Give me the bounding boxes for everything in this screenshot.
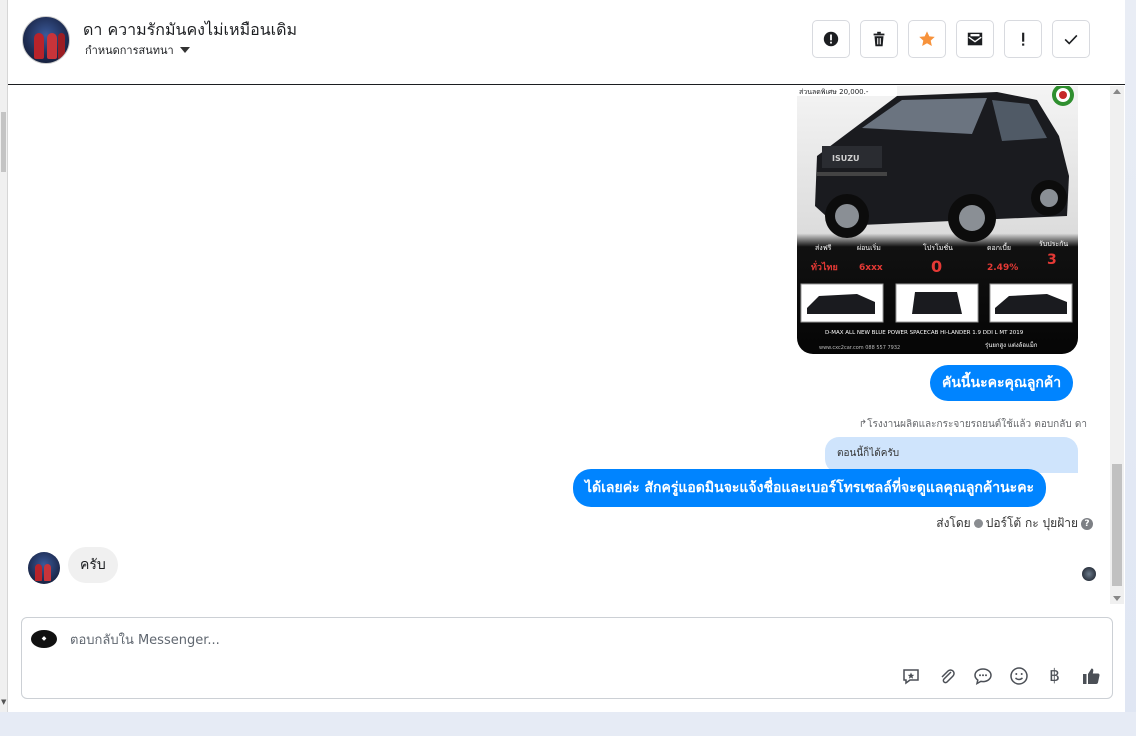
- left-scrollbar[interactable]: ▼: [0, 0, 8, 712]
- seen-indicator-avatar: [1082, 567, 1096, 581]
- caret-down-icon: [179, 47, 190, 53]
- sent-by-info: ส่งโดย ปอร์โต้ กะ ปุยฝ้าย ?: [936, 514, 1093, 533]
- page-logo: ◆: [31, 630, 57, 648]
- conversation-panel: ดา ความรักมันคงไม่เหมือนเดิม กำหนดการสนท…: [8, 0, 1125, 712]
- saved-reply-button[interactable]: [899, 664, 922, 687]
- sent-by-name: ปอร์โต้ กะ ปุยฝ้าย: [985, 516, 1078, 530]
- baht-icon: ฿: [1049, 665, 1060, 686]
- promo-value-4: 3: [1047, 252, 1057, 268]
- car-tagline: รุ่นยกสูง แต่งล้อแม็ก: [985, 340, 1038, 349]
- outgoing-message-text: ได้เลยค่ะ สักครู่แอดมินจะแจ้งชื่อและเบอร…: [585, 480, 1035, 496]
- messages-scrollbar-thumb[interactable]: [1112, 464, 1122, 586]
- car-contact-line: www.cxc2car.com 088 557 7932: [819, 345, 900, 351]
- reply-input[interactable]: [70, 628, 870, 652]
- promo-value-1: 6xxx: [859, 263, 883, 273]
- replied-message-quote[interactable]: ตอนนี้ก็ได้ครับ: [825, 437, 1078, 473]
- car-model-line: D-MAX ALL NEW BLUE POWER SPACECAB HI-LAN…: [825, 330, 1024, 336]
- reply-meta: ↱โรงงานผลิตและกระจายรถยนต์ใช้แล้ว ตอบกลั…: [859, 417, 1087, 432]
- star-icon: [919, 31, 935, 47]
- attachment-button[interactable]: [935, 664, 958, 687]
- payment-button[interactable]: ฿: [1043, 664, 1066, 687]
- like-button[interactable]: [1079, 664, 1102, 687]
- incoming-message[interactable]: ครับ: [68, 547, 118, 583]
- sent-by-prefix: ส่งโดย: [936, 516, 971, 530]
- promo-label-4: รับประกัน: [1039, 240, 1068, 248]
- important-button[interactable]: [1004, 20, 1042, 58]
- contact-avatar[interactable]: [22, 16, 70, 64]
- chat-button[interactable]: [971, 664, 994, 687]
- mail-icon: [967, 32, 983, 46]
- image-attachment[interactable]: ส่วนลดพิเศษ 20,000.- ISUZU ส่งฟรี ทั่วไท…: [797, 86, 1078, 354]
- promo-value-3: 2.49%: [987, 263, 1018, 273]
- trash-icon: [873, 31, 885, 47]
- messages-scrollbar[interactable]: [1110, 86, 1124, 604]
- emoji-icon: [1009, 666, 1028, 685]
- alert-circle-icon: [823, 31, 839, 47]
- delete-button[interactable]: [860, 20, 898, 58]
- done-button[interactable]: [1052, 20, 1090, 58]
- check-icon: [1064, 34, 1078, 45]
- admin-dot-icon: [973, 519, 983, 528]
- left-scroll-down-icon[interactable]: ▼: [1, 698, 6, 706]
- question-icon[interactable]: ?: [1081, 517, 1093, 530]
- composer-tools: ฿: [899, 664, 1102, 687]
- promo-label-2: โปรโมชั่น: [923, 243, 953, 252]
- page-bottom-background: [0, 712, 1136, 736]
- header-toolbar: [812, 20, 1090, 58]
- star-button[interactable]: [908, 20, 946, 58]
- mark-unread-button[interactable]: [956, 20, 994, 58]
- left-scrollbar-thumb[interactable]: [1, 112, 6, 172]
- conversation-status-dropdown[interactable]: กำหนดการสนทนา: [85, 41, 190, 59]
- scroll-down-icon[interactable]: [1113, 596, 1121, 601]
- promo-label-0: ส่งฟรี: [815, 244, 832, 252]
- exclamation-icon: [1022, 32, 1025, 46]
- scroll-up-icon[interactable]: [1113, 89, 1121, 94]
- ad-banner: ส่วนลดพิเศษ 20,000.-: [799, 88, 869, 96]
- conversation-header: ดา ความรักมันคงไม่เหมือนเดิม กำหนดการสนท…: [8, 0, 1125, 85]
- outgoing-message[interactable]: ได้เลยค่ะ สักครู่แอดมินจะแจ้งชื่อและเบอร…: [573, 469, 1047, 507]
- sender-avatar[interactable]: [28, 552, 60, 584]
- chat-bubble-icon: [973, 667, 992, 685]
- attachment-icon: [940, 668, 955, 683]
- promo-value-2: 0: [931, 257, 942, 276]
- reply-quote-text: ตอนนี้ก็ได้ครับ: [837, 448, 900, 459]
- reply-meta-text: โรงงานผลิตและกระจายรถยนต์ใช้แล้ว ตอบกลับ…: [867, 419, 1087, 430]
- spam-button[interactable]: [812, 20, 850, 58]
- saved-reply-icon: [902, 668, 919, 684]
- message-composer: ◆ ฿: [21, 617, 1113, 699]
- incoming-message-text: ครับ: [80, 557, 106, 573]
- thumbs-up-icon: [1082, 668, 1100, 684]
- outgoing-message-text: คันนี้นะคะคุณลูกค้า: [942, 375, 1062, 391]
- reply-arrow-icon: ↱: [858, 419, 868, 430]
- contact-name[interactable]: ดา ความรักมันคงไม่เหมือนเดิม: [83, 18, 297, 43]
- car-ad-image: ส่วนลดพิเศษ 20,000.- ISUZU ส่งฟรี ทั่วไท…: [797, 86, 1078, 354]
- car-brand: ISUZU: [832, 154, 860, 163]
- emoji-button[interactable]: [1007, 664, 1030, 687]
- outgoing-message[interactable]: คันนี้นะคะคุณลูกค้า: [930, 365, 1074, 401]
- promo-label-1: ผ่อนเริ่ม: [857, 243, 881, 252]
- status-label: กำหนดการสนทนา: [85, 44, 174, 57]
